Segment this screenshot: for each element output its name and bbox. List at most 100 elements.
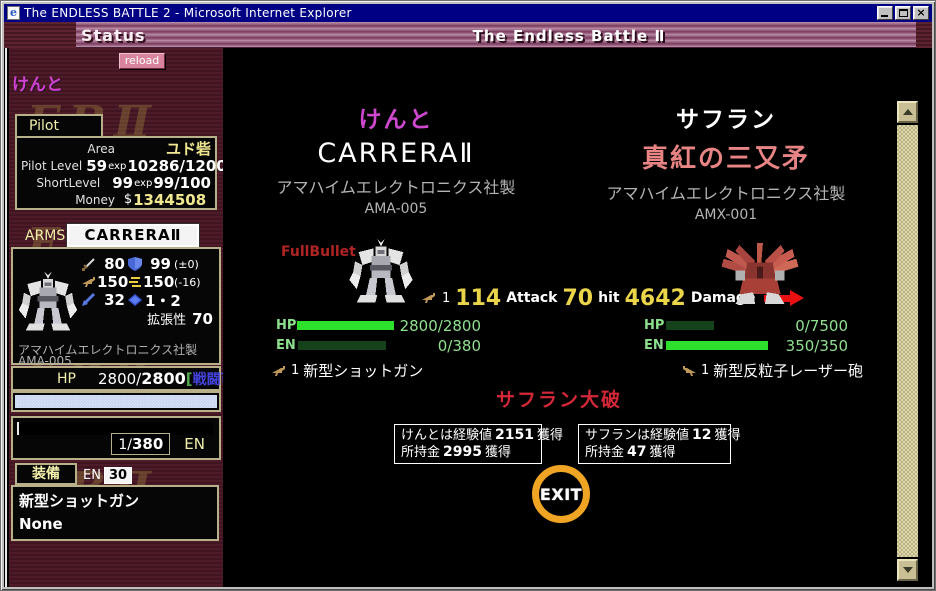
- maximize-icon: [899, 9, 908, 17]
- window-title: The ENDLESS BATTLE 2 - Microsoft Interne…: [24, 6, 352, 20]
- arms-panel-tab: ARMS: [25, 228, 65, 244]
- expand-value: 70: [192, 310, 213, 328]
- equip-en-cost-row: EN 30: [83, 467, 132, 484]
- maximize-button[interactable]: [895, 6, 911, 20]
- short-level-value: 99: [112, 174, 133, 192]
- battle-result-banner: サフラン大破: [223, 385, 895, 412]
- attack-label: Attack: [506, 290, 557, 306]
- left-weapon-line: 1 新型ショットガン: [271, 360, 423, 381]
- right-en-label: EN: [644, 338, 666, 353]
- reload-button[interactable]: reload: [119, 53, 165, 69]
- equip-slot-1: 新型ショットガン: [19, 490, 211, 513]
- minimize-icon: [881, 15, 888, 17]
- sidebar-player-name: けんと: [12, 70, 63, 95]
- scroll-down-icon: [903, 567, 913, 573]
- hp-label: HP: [57, 371, 76, 387]
- equip-en-label: EN: [83, 468, 101, 483]
- right-mech-maker: アマハイムエレクトロニクス社製: [576, 180, 876, 204]
- hp-bar-track: [15, 395, 217, 408]
- chip-stat: 1・2: [143, 290, 183, 311]
- right-hp-label: HP: [644, 318, 666, 333]
- scroll-down-button[interactable]: [897, 559, 918, 581]
- short-exp-value: 99/100: [153, 174, 211, 192]
- exit-button-label: EXIT: [540, 485, 582, 504]
- rifle-icon: [81, 275, 97, 289]
- bullet-icon: [271, 364, 287, 378]
- range-icon: [81, 293, 97, 307]
- equip-en-cost: 30: [104, 467, 132, 484]
- money-symbol: $: [124, 192, 132, 207]
- scroll-up-button[interactable]: [897, 101, 918, 123]
- close-icon: ×: [914, 7, 928, 19]
- bullet-icon: [421, 291, 437, 305]
- right-weapon-count: 1: [701, 363, 709, 378]
- en-max: 380: [132, 435, 163, 453]
- right-en-row: EN 350/350: [644, 339, 848, 352]
- result-line: サフランは経験値12獲得: [585, 427, 724, 444]
- stat-row-2: 150 150 (-16): [81, 273, 217, 291]
- status-tab-label: Status: [81, 26, 146, 45]
- exit-button[interactable]: EXIT: [532, 465, 590, 523]
- page-title: The Endless Battle Ⅱ: [369, 27, 769, 45]
- attack-mode-label: FullBullet: [281, 244, 356, 260]
- titlebar: e The ENDLESS BATTLE 2 - Microsoft Inter…: [4, 4, 932, 22]
- shoot-stat: 150: [97, 273, 127, 291]
- area-label: Area: [21, 142, 119, 156]
- enemy-mech-sprite: [719, 243, 801, 306]
- short-level-label: ShortLevel: [21, 176, 104, 190]
- hp-bar-box: [11, 391, 221, 412]
- pilot-exp-label: exp: [108, 161, 126, 172]
- left-hp-row: HP 2800/2800: [276, 319, 481, 332]
- minimize-button[interactable]: [877, 6, 893, 20]
- pilot-level-label: Pilot Level: [21, 159, 86, 173]
- right-weapon-name: 新型反粒子レーザー砲: [713, 360, 863, 381]
- equip-slot-2: None: [19, 513, 211, 536]
- pilot-panel-tab: Pilot: [15, 114, 103, 137]
- bullet-icon: [681, 364, 697, 378]
- ie-page-icon: e: [7, 6, 20, 20]
- short-exp-label: exp: [134, 178, 152, 189]
- expand-label: 拡張性: [147, 313, 186, 328]
- stat-row-1: 80 99 (±0): [81, 255, 217, 273]
- expand-stat-row: 拡張性 70: [81, 309, 217, 327]
- hit-label: hit: [598, 290, 619, 306]
- left-hp-label: HP: [276, 318, 297, 333]
- player-mech-sprite: [346, 239, 416, 306]
- en-value-box: 1/380: [111, 433, 170, 455]
- hp-bar-fill: [15, 395, 217, 408]
- hp-header: HP 2800/2800[戦闘可]: [11, 366, 221, 391]
- right-en-value: 350/350: [774, 337, 848, 355]
- result-box-enemy: サフランは経験値12獲得 所持金47獲得: [578, 424, 731, 464]
- right-mech-name: 真紅の三又矛: [576, 138, 876, 175]
- pilot-panel: Area ユド砦 Pilot Level 59 exp 10286/12000 …: [15, 136, 217, 210]
- mobility-mod: (-16): [173, 276, 201, 289]
- left-hp-value: 2800/2800: [400, 317, 481, 335]
- left-mech-name: CARRERAⅡ: [231, 138, 561, 169]
- pilot-exp-value: 10286/12000: [127, 157, 226, 175]
- hit-value: 70: [563, 286, 594, 311]
- damage-value: 4642: [625, 286, 686, 311]
- close-button[interactable]: ×: [913, 6, 929, 20]
- result-line: 所持金47獲得: [585, 444, 724, 461]
- combatant-left: けんと CARRERAⅡ アマハイムエレクトロニクス社製 AMA-005: [231, 100, 561, 217]
- en-bar-fill: [17, 422, 19, 435]
- arms-mech-sprite: [17, 267, 79, 339]
- pilot-level-value: 59: [86, 157, 107, 175]
- right-mech-model: AMX-001: [576, 207, 876, 223]
- en-current: 1: [118, 437, 127, 453]
- pilot-area-row: Area ユド砦: [21, 140, 211, 157]
- attack-shot-count: 1: [442, 291, 450, 306]
- left-weapon-count: 1: [291, 363, 299, 378]
- right-hp-row: HP 0/7500: [644, 319, 848, 332]
- shield-mod: (±0): [173, 258, 199, 271]
- range-stat: 32: [97, 291, 127, 309]
- equip-panel-tab: 装備: [15, 463, 77, 485]
- right-pilot-name: サフラン: [576, 100, 876, 134]
- short-level-row: ShortLevel 99 exp 99/100: [21, 174, 211, 191]
- inner-frame-edge: [5, 48, 7, 587]
- shield-icon: [127, 257, 143, 271]
- status-sidebar: EBⅡ EBⅡ EBⅡ EBⅡ EBⅡ EBⅡ EBⅡ EBⅡ EBⅡ EBⅡ …: [9, 48, 226, 587]
- scrollbar-track[interactable]: [897, 125, 918, 557]
- arms-stat-rows: 80 99 (±0) 150: [81, 255, 217, 327]
- money-value: 1344508: [133, 191, 206, 209]
